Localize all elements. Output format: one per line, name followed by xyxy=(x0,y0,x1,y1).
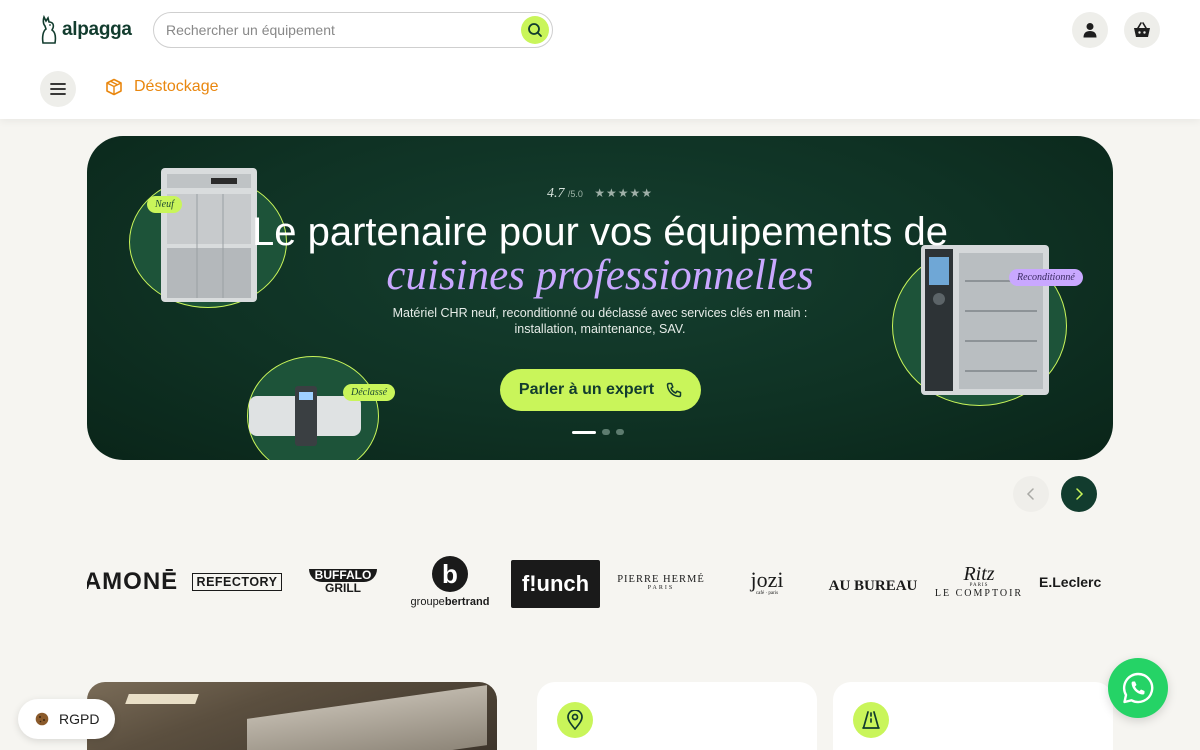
carousel-dot-1[interactable] xyxy=(572,430,596,434)
map-pin-icon xyxy=(567,710,583,730)
carousel-dots xyxy=(572,429,624,435)
tag-declasse: Déclassé xyxy=(343,384,396,401)
hero-title: Le partenaire pour vos équipements de xyxy=(251,210,948,254)
brand-jozi-text: jozi xyxy=(750,566,784,592)
logo-text: alpagga xyxy=(62,19,132,40)
brand-refectory-text: REFECTORY xyxy=(191,573,283,591)
user-icon xyxy=(1083,23,1097,38)
alpaca-logo-icon xyxy=(41,15,57,44)
rating-outof: /5.0 xyxy=(567,189,583,199)
brand-buffalo-grill: BUFFALO GRILL xyxy=(297,548,389,616)
carousel-dot-3[interactable] xyxy=(616,429,624,435)
carousel-prev-button[interactable] xyxy=(1013,476,1049,512)
bertrand-text: bertrand xyxy=(444,596,490,608)
search-input[interactable] xyxy=(166,13,516,47)
rating: 4.7 /5.0 ★★★★★ xyxy=(87,186,1113,202)
feature-card-location xyxy=(537,682,817,750)
brand-refectory: REFECTORY xyxy=(191,548,283,616)
groupe-text: groupe xyxy=(410,596,445,608)
groupe-bertrand-mark-icon: b xyxy=(432,556,468,592)
rgpd-cookie-button[interactable]: RGPD xyxy=(18,699,115,739)
brand-pierre-herme: PIERRE HERMÉ PARIS xyxy=(613,548,709,616)
box-icon xyxy=(106,78,122,96)
basket-icon xyxy=(1134,22,1150,37)
chevron-left-icon xyxy=(1026,488,1034,500)
hero-banner: Neuf Déclassé Reconditionné 4.7 /5.0 ★★★… xyxy=(87,136,1113,460)
destockage-link[interactable]: Déstockage xyxy=(105,78,219,96)
whatsapp-button[interactable] xyxy=(1108,658,1168,718)
brand-ritz-comptoir: Ritz PARIS LE COMPTOIR xyxy=(933,548,1025,616)
cart-button[interactable] xyxy=(1124,12,1160,48)
menu-button[interactable] xyxy=(40,71,76,107)
brand-grill-text: GRILL xyxy=(325,581,361,595)
search-bar xyxy=(153,12,553,48)
brand-ritz-script: Ritz xyxy=(963,563,995,585)
phone-icon xyxy=(666,382,682,398)
hero-subtitle-line1: Matériel CHR neuf, reconditionné ou décl… xyxy=(392,306,808,320)
cta-label: Parler à un expert xyxy=(518,381,655,398)
brand-eleclerc: E.Leclerc xyxy=(1039,574,1102,590)
menu-icon xyxy=(50,83,66,95)
kitchen-photo xyxy=(87,682,497,750)
hero-title-highlight: cuisines professionnelles xyxy=(386,252,814,299)
brand-groupe-bertrand-text: groupebertrand xyxy=(411,596,490,608)
road-icon xyxy=(862,711,880,729)
rgpd-label: RGPD xyxy=(59,711,100,727)
ceiling-light xyxy=(125,694,199,704)
brand-amone: AMONĒ xyxy=(87,568,179,595)
search-icon xyxy=(528,23,542,37)
feature-icon-delivery xyxy=(853,702,889,738)
rating-score: 4.7 xyxy=(547,186,565,201)
extraction-hood xyxy=(247,685,487,750)
whatsapp-icon xyxy=(1122,672,1154,704)
feature-icon-location xyxy=(557,702,593,738)
logo[interactable]: alpagga xyxy=(40,14,132,46)
brand-jozi-sub: café · paris xyxy=(755,590,779,596)
chevron-right-icon xyxy=(1076,488,1084,500)
brand-au-bureau: AU BUREAU xyxy=(828,577,918,594)
account-button[interactable] xyxy=(1072,12,1108,48)
brand-groupe-bertrand: b groupebertrand xyxy=(407,548,493,616)
carousel-next-button[interactable] xyxy=(1061,476,1097,512)
talk-to-expert-button[interactable]: Parler à un expert xyxy=(500,369,701,411)
rating-stars-icon: ★★★★★ xyxy=(594,186,653,200)
brand-jozi: jozi café · paris xyxy=(727,548,807,616)
destockage-label: Déstockage xyxy=(134,78,219,95)
client-logos: AMONĒ REFECTORY BUFFALO GRILL b groupebe… xyxy=(87,548,1115,616)
carousel-dot-2[interactable] xyxy=(602,429,610,435)
search-button[interactable] xyxy=(521,16,549,44)
hero-subtitle: Matériel CHR neuf, reconditionné ou décl… xyxy=(87,305,1113,337)
brand-pierre-herme-text: PIERRE HERMÉ xyxy=(617,573,705,585)
brand-flunch: f!unch xyxy=(511,560,600,608)
site-header: alpagga Rechercher un équipement Déstock… xyxy=(0,0,1200,119)
cookie-icon xyxy=(35,712,49,726)
brand-le-comptoir: LE COMPTOIR xyxy=(934,588,1024,599)
brand-pierre-herme-paris: PARIS xyxy=(647,584,675,591)
hero-subtitle-line2: installation, maintenance, SAV. xyxy=(514,322,686,336)
feature-card-delivery xyxy=(833,682,1113,750)
